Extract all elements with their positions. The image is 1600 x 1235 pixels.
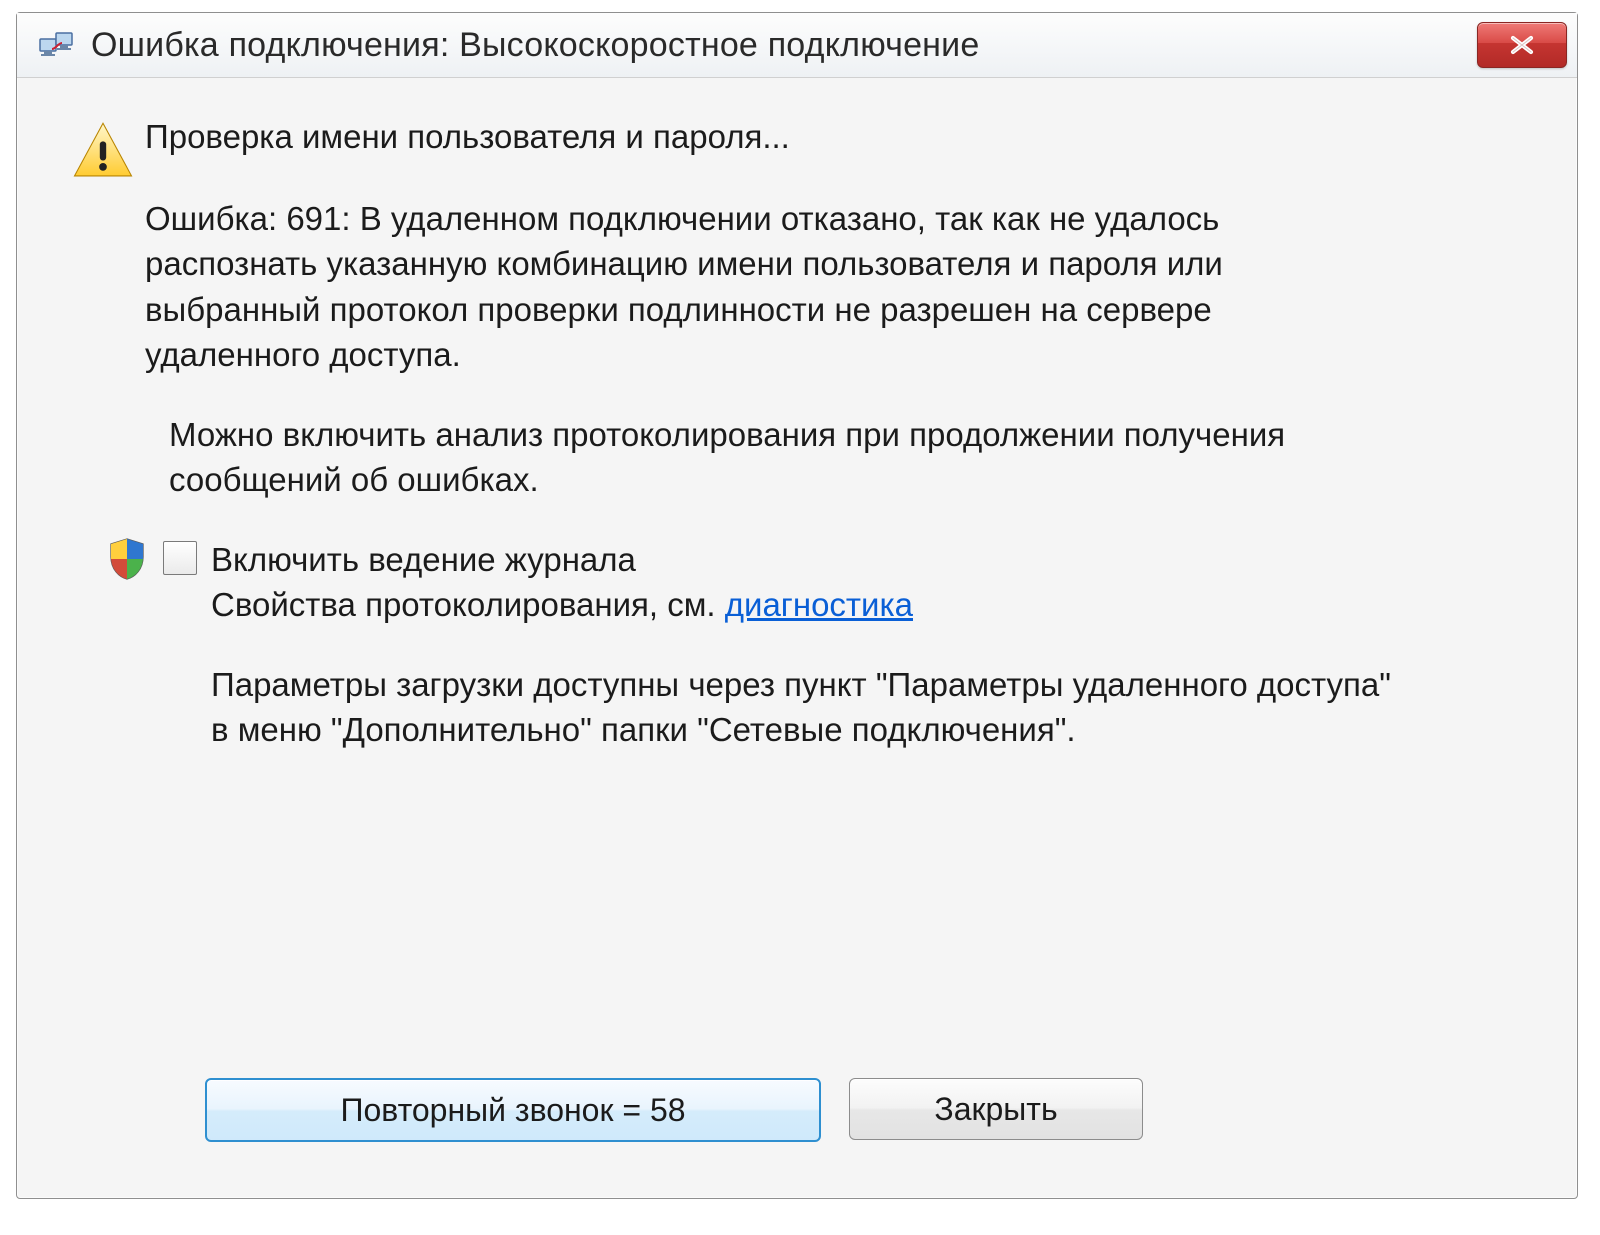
- enable-logging-checkbox[interactable]: [163, 541, 197, 575]
- error-message: Ошибка: 691: В удаленном подключении отк…: [145, 196, 1385, 378]
- dialog-content: Проверка имени пользователя и пароля... …: [17, 78, 1577, 753]
- window-title: Ошибка подключения: Высокоскоростное под…: [91, 26, 1477, 65]
- diagnostics-link[interactable]: диагностика: [725, 586, 913, 623]
- close-dialog-button[interactable]: Закрыть: [849, 1078, 1143, 1140]
- redial-button[interactable]: Повторный звонок = 58: [205, 1078, 821, 1142]
- warning-icon: [61, 114, 145, 186]
- titlebar: Ошибка подключения: Высокоскоростное под…: [17, 13, 1577, 78]
- network-connection-icon: [35, 24, 77, 66]
- diagnostics-prefix: Свойства протоколирования, см.: [211, 586, 725, 623]
- connection-error-dialog: Ошибка подключения: Высокоскоростное под…: [16, 12, 1578, 1199]
- close-icon: [1504, 34, 1540, 56]
- close-button[interactable]: [1477, 22, 1567, 68]
- params-info: Параметры загрузки доступны через пункт …: [211, 662, 1411, 753]
- diagnostics-line: Свойства протоколирования, см. диагности…: [211, 582, 1533, 628]
- enable-logging-label: Включить ведение журнала: [211, 537, 1533, 583]
- status-heading: Проверка имени пользователя и пароля...: [145, 114, 1533, 160]
- logging-hint: Можно включить анализ протоколирования п…: [61, 412, 1409, 503]
- button-row: Повторный звонок = 58 Закрыть: [17, 1078, 1577, 1142]
- shield-icon: [105, 537, 149, 581]
